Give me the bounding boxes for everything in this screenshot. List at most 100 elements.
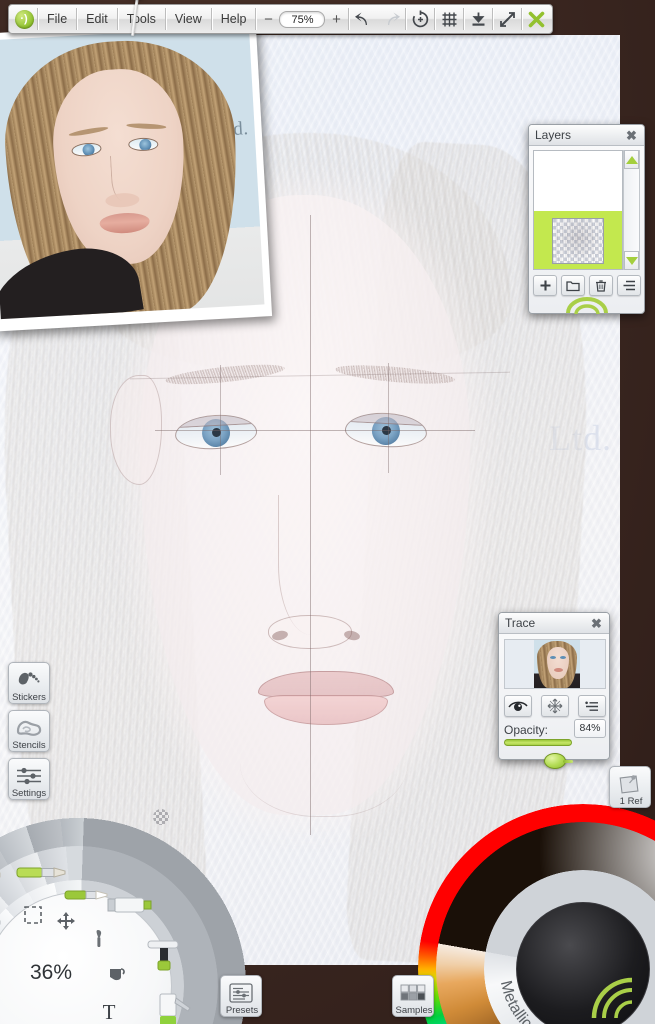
layer-row[interactable]: [534, 151, 622, 211]
layer-group-button[interactable]: [561, 275, 585, 296]
selection-marquee-icon[interactable]: [20, 902, 46, 928]
portrait-nose-bridge: [278, 495, 344, 635]
menu-tools[interactable]: Tools: [118, 5, 165, 33]
color-picker-wheel[interactable]: Metallic 0%: [418, 804, 655, 1024]
settings-button-label: Settings: [11, 788, 47, 799]
trace-transform-button[interactable]: [541, 695, 569, 717]
guide-line-eye-left: [220, 365, 221, 475]
reference-photo[interactable]: enz Ltd.: [0, 18, 273, 332]
trace-opacity-slider-handle[interactable]: [544, 753, 573, 769]
main-toolbar: ·) File Edit Tools View Help − 75% +: [8, 4, 554, 34]
eyedropper-icon[interactable]: [86, 926, 112, 952]
references-button[interactable]: 1 Ref: [609, 766, 651, 808]
stickers-button[interactable]: Stickers: [8, 662, 50, 704]
palette-knife-icon[interactable]: [0, 908, 2, 936]
guide-line-eyeline: [155, 430, 475, 431]
layers-list[interactable]: [533, 150, 623, 270]
trace-panel-close-icon[interactable]: ✖: [590, 617, 603, 630]
menu-file[interactable]: File: [38, 5, 76, 33]
text-t-icon[interactable]: T: [96, 998, 122, 1024]
trace-image-preview[interactable]: [504, 639, 606, 689]
trace-opacity-label: Opacity:: [504, 723, 549, 737]
left-tool-buttons: Stickers Stencils Settings: [8, 662, 50, 806]
layer-thumbnail: [552, 218, 604, 264]
zoom-control: − 75% +: [256, 5, 348, 33]
trace-opacity-control: Opacity: 84%: [504, 719, 606, 769]
samples-button[interactable]: Samples: [392, 975, 434, 1017]
trace-opacity-slider[interactable]: [504, 739, 573, 769]
trace-menu-button[interactable]: [578, 695, 606, 717]
menu-edit[interactable]: Edit: [77, 5, 117, 33]
portrait-lower-lip: [264, 695, 388, 725]
reference-eyebrow-right: [126, 122, 167, 130]
reference-iris-right: [139, 138, 152, 151]
grid-icon[interactable]: [435, 5, 463, 33]
layers-panel-title: Layers: [535, 128, 572, 142]
reset-canvas-icon[interactable]: [406, 5, 434, 33]
settings-button[interactable]: Settings: [8, 758, 50, 800]
trace-preview-lips: [554, 668, 563, 672]
add-layer-button[interactable]: [533, 275, 557, 296]
trace-preview-eye-right: [560, 656, 566, 659]
tool-picker-wheel[interactable]: 36% T: [0, 816, 248, 1024]
menu-help[interactable]: Help: [212, 5, 256, 33]
guide-line-vertical: [310, 215, 311, 835]
presets-button-label: Presets: [225, 1005, 259, 1016]
undo-icon[interactable]: [349, 5, 377, 33]
layer-menu-button[interactable]: [617, 275, 641, 296]
layers-panel-close-icon[interactable]: ✖: [625, 129, 638, 142]
trace-button-row: [504, 695, 606, 717]
chevron-down-icon: [625, 256, 638, 265]
oil-brush-icon[interactable]: [64, 878, 108, 912]
delete-layer-button[interactable]: [589, 275, 613, 296]
presets-button[interactable]: Presets: [220, 975, 262, 1017]
trace-preview-eye-left: [550, 656, 556, 659]
reference-eyebrow-left: [68, 125, 109, 138]
trace-visibility-button[interactable]: [504, 695, 532, 717]
zoom-out-button[interactable]: −: [260, 9, 276, 29]
portrait-upper-lip: [258, 671, 394, 697]
save-download-icon[interactable]: [464, 5, 492, 33]
paint-can-icon[interactable]: [104, 961, 130, 987]
redo-icon: [377, 5, 405, 33]
references-button-label: 1 Ref: [619, 796, 643, 807]
trace-preview-image: [534, 640, 580, 688]
zoom-level-input[interactable]: 75%: [279, 10, 326, 28]
layer-row[interactable]: [534, 211, 622, 269]
layer-thumbnail-content: [553, 219, 603, 263]
portrait-lips: [258, 671, 394, 727]
layers-panel-resize-grip[interactable]: [564, 297, 610, 315]
paint-brush-icon[interactable]: [16, 856, 66, 890]
trace-panel-title: Trace: [505, 616, 536, 630]
reference-eye-left: [70, 141, 103, 158]
samples-button-label: Samples: [395, 1005, 433, 1016]
paint-roller-icon[interactable]: [0, 860, 2, 890]
layers-scrollbar[interactable]: [623, 150, 640, 270]
color-wheel-resize-grip[interactable]: [590, 976, 646, 1022]
layers-panel-titlebar[interactable]: Layers ✖: [529, 125, 644, 146]
reference-eye-right: [128, 137, 159, 151]
tool-size-value[interactable]: 36%: [16, 961, 86, 985]
trace-panel[interactable]: Trace ✖ Opacity: 84%: [498, 612, 610, 769]
zoom-in-button[interactable]: +: [328, 9, 344, 29]
layers-scroll-down-button[interactable]: [624, 251, 639, 270]
reference-photo-image: enz Ltd.: [0, 25, 265, 320]
guide-line-eye-right: [388, 363, 389, 473]
stencils-button[interactable]: Stencils: [8, 710, 50, 752]
fullscreen-icon[interactable]: [493, 5, 521, 33]
layers-panel[interactable]: Layers ✖: [528, 124, 645, 315]
stickers-button-label: Stickers: [12, 692, 46, 703]
close-icon[interactable]: [522, 5, 550, 33]
layers-scroll-up-button[interactable]: [624, 150, 639, 169]
felt-pen-icon[interactable]: [150, 992, 194, 1024]
reference-lips: [99, 211, 151, 235]
app-logo[interactable]: ·): [11, 5, 37, 33]
layers-button-row: [533, 275, 642, 296]
trace-opacity-value[interactable]: 84%: [574, 719, 606, 738]
trace-panel-titlebar[interactable]: Trace ✖: [499, 613, 609, 634]
menu-view[interactable]: View: [166, 5, 211, 33]
paint-tube-icon[interactable]: [107, 888, 158, 924]
reference-nose-tip: [105, 192, 140, 209]
airbrush-icon[interactable]: [146, 936, 192, 974]
svg-text:T: T: [103, 1000, 116, 1024]
